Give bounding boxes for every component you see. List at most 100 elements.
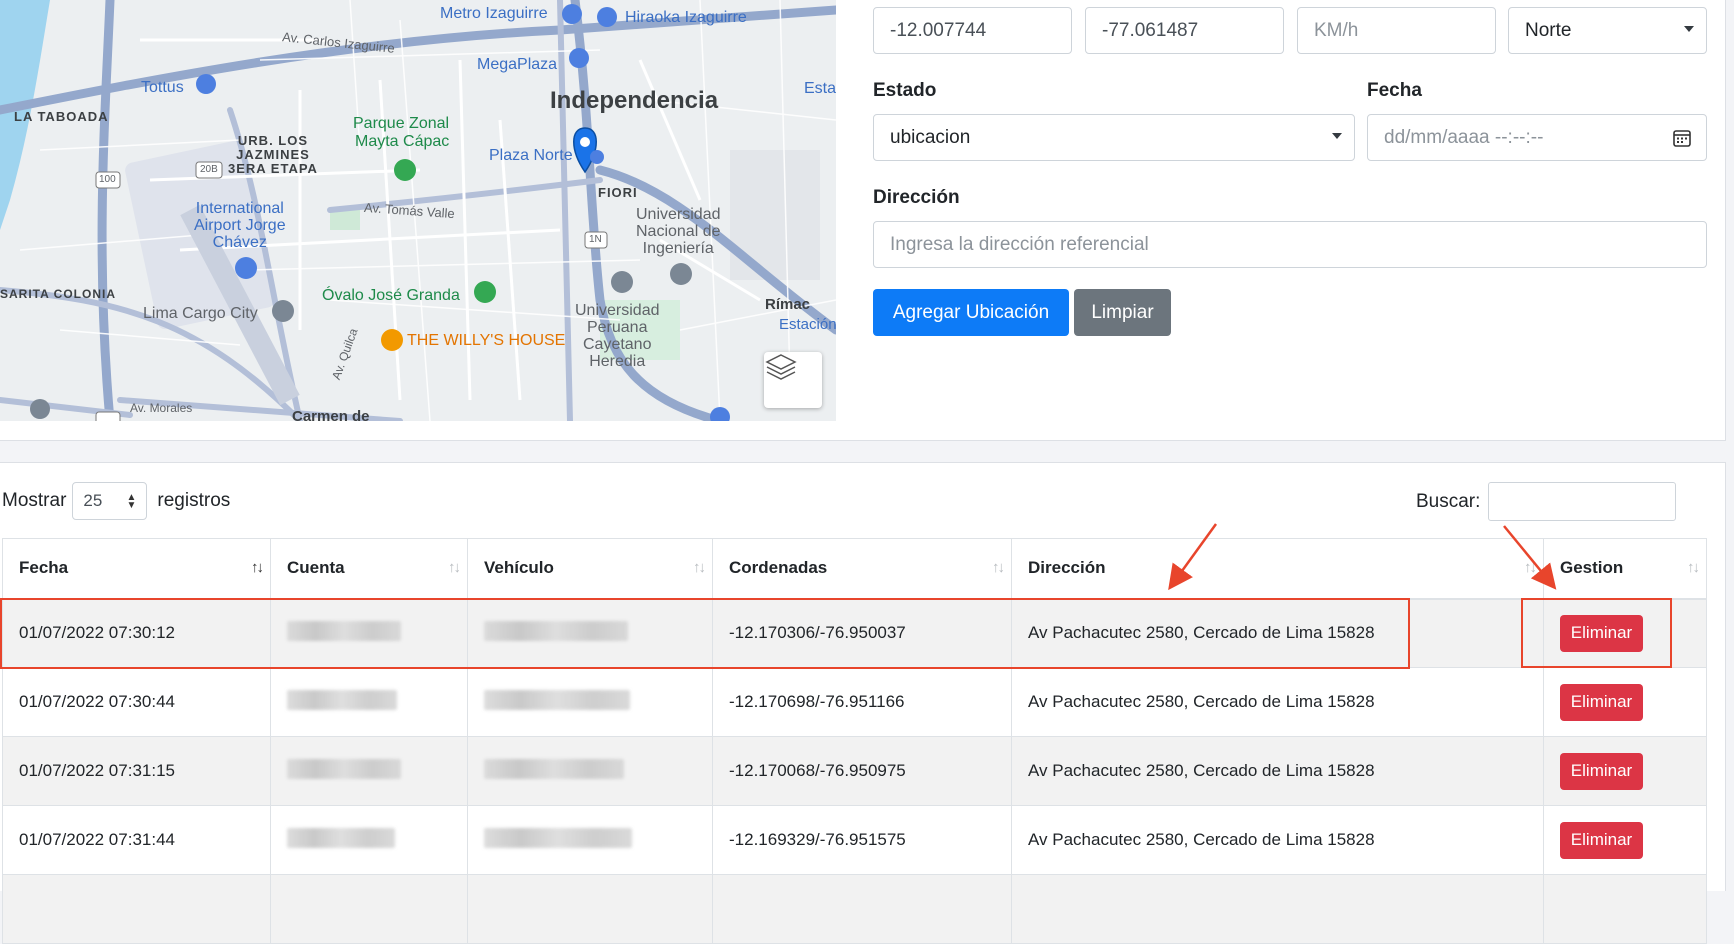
table-row: 01/07/2022 07:30:44 -12.170698/-76.95116… [2,667,1707,737]
redacted-vehicle [484,827,632,848]
map-label-metro-izaguirre: Metro Izaguirre [440,5,548,22]
cell-gestion: Eliminar [1543,736,1707,806]
direccion-input[interactable]: Ingresa la dirección referencial [873,221,1707,268]
calendar-icon[interactable] [1672,128,1692,154]
map-label-sarita-colonia: SARITA COLONIA [0,287,116,301]
cell-cuenta [270,667,468,737]
map-label-megaplaza: MegaPlaza [477,56,558,73]
map-label-tottus: Tottus [141,79,184,96]
cell-cuenta [270,805,468,875]
column-header-vehiculo[interactable]: Vehículo ↑↓ [467,538,713,600]
map-route-100: 100 [99,174,116,185]
map-label-hiraoka: Hiraoka Izaguirre [625,9,747,26]
column-header-coordenadas[interactable]: Cordenadas ↑↓ [712,538,1012,600]
cell-gestion: Eliminar [1543,667,1707,737]
location-form-card: Metro Izaguirre Hiraoka Izaguirre Av. Ca… [0,0,1726,441]
map-label-willys: THE WILLY'S HOUSE [407,332,566,349]
redacted-account [287,689,397,710]
map-route-1n: 1N [589,234,602,245]
map-layers-button[interactable] [764,352,822,408]
table-row: 01/07/2022 07:31:15 -12.170068/-76.95097… [2,736,1707,806]
table-search: Buscar: [1416,482,1677,521]
map-label-av-morales: Av. Morales [130,401,193,415]
cell-coordenadas: -12.170698/-76.951166 [712,667,1012,737]
delete-button[interactable]: Eliminar [1560,821,1643,859]
map-label-urb-los-jazmines: URB. LOS JAZMINES 3ERA ETAPA [228,133,318,176]
column-label: Dirección [1028,558,1106,578]
speed-input[interactable]: KM/h [1297,7,1496,54]
map-label-fiori: FIORI [598,185,638,200]
column-header-direccion[interactable]: Dirección ↑↓ [1011,538,1544,600]
map-label-carmen: Carmen de [292,408,370,421]
map-label-universidad-nacional: Universidad Nacional de Ingeniería [636,206,721,257]
table-cell [2,874,271,944]
delete-button[interactable]: Eliminar [1560,683,1643,721]
latitude-input[interactable]: -12.007744 [873,7,1072,54]
map-label-parque-zonal: Parque Zonal [353,115,450,132]
clear-button[interactable]: Limpiar [1074,289,1171,336]
records-label: registros [157,490,231,511]
cell-coordenadas: -12.170068/-76.950975 [712,736,1012,806]
map-label-independencia: Independencia [550,87,719,114]
direction-select[interactable]: Norte [1508,7,1707,54]
map-label-rimac: Rímac [765,296,811,313]
table-row: 01/07/2022 07:31:44 -12.169329/-76.95157… [2,805,1707,875]
cell-fecha: 01/07/2022 07:31:44 [2,805,271,875]
column-label: Cordenadas [729,558,828,578]
fecha-input[interactable]: dd/mm/aaaa --:--:-- [1367,114,1707,161]
sort-icon: ↑↓ [251,559,264,576]
cell-vehiculo [467,805,713,875]
sort-icon: ↑↓ [448,559,461,576]
sort-icon: ↑↓ [1687,559,1700,576]
cell-vehiculo [467,736,713,806]
longitude-input[interactable]: -77.061487 [1085,7,1284,54]
cell-vehiculo [467,667,713,737]
redacted-vehicle [484,758,624,779]
table-row [2,874,1707,944]
estado-label: Estado [873,80,937,101]
column-label: Fecha [19,558,69,578]
cell-fecha: 01/07/2022 07:30:44 [2,667,271,737]
estado-select-value: ubicacion [890,126,971,148]
column-header-cuenta[interactable]: Cuenta ↑↓ [270,538,468,600]
redacted-account [287,827,395,848]
column-label: Cuenta [287,558,345,578]
highlight-delete-box [1521,598,1672,668]
show-label: Mostrar [2,490,67,511]
map-label-cayetano: Universidad Peruana Cayetano Heredia [575,302,660,370]
direccion-label: Dirección [873,187,960,208]
chevron-down-icon [1684,26,1694,32]
map-route-20b: 20B [200,164,218,175]
add-location-button[interactable]: Agregar Ubicación [873,289,1069,336]
direction-select-value: Norte [1525,19,1572,41]
cell-direccion: Av Pachacutec 2580, Cercado de Lima 1582… [1011,667,1544,737]
table-cell [467,874,713,944]
column-header-gestion[interactable]: Gestion ↑↓ [1543,538,1707,600]
cell-cuenta [270,736,468,806]
chevron-down-icon [1332,133,1342,139]
search-input[interactable] [1488,482,1677,521]
redacted-vehicle [484,689,630,710]
cell-fecha: 01/07/2022 07:31:15 [2,736,271,806]
sort-icon: ↑↓ [693,559,706,576]
column-header-fecha[interactable]: Fecha ↑↓ [2,538,271,600]
map-label-la-taboada: LA TABOADA [14,109,109,124]
highlight-row-box [0,598,1410,669]
table-cell [270,874,468,944]
cell-direccion: Av Pachacutec 2580, Cercado de Lima 1582… [1011,736,1544,806]
fecha-label: Fecha [1367,80,1422,101]
delete-button[interactable]: Eliminar [1560,752,1643,790]
table-cell [1011,874,1544,944]
table-cell [1543,874,1707,944]
fecha-input-placeholder: dd/mm/aaaa --:--:-- [1384,126,1544,148]
table-cell [712,874,1012,944]
column-label: Vehículo [484,558,554,578]
map-label-airport: International Airport Jorge Chávez [194,200,286,251]
map-view[interactable]: Metro Izaguirre Hiraoka Izaguirre Av. Ca… [0,0,836,421]
map-label-esta: Esta [804,80,836,97]
map-label-plaza-norte: Plaza Norte [489,147,573,164]
page-length-control: Mostrar 25 ▲ ▼ registros [2,482,230,520]
cell-coordenadas: -12.169329/-76.951575 [712,805,1012,875]
estado-select[interactable]: ubicacion [873,114,1355,161]
page-length-select[interactable]: 25 ▲ ▼ [72,482,148,520]
